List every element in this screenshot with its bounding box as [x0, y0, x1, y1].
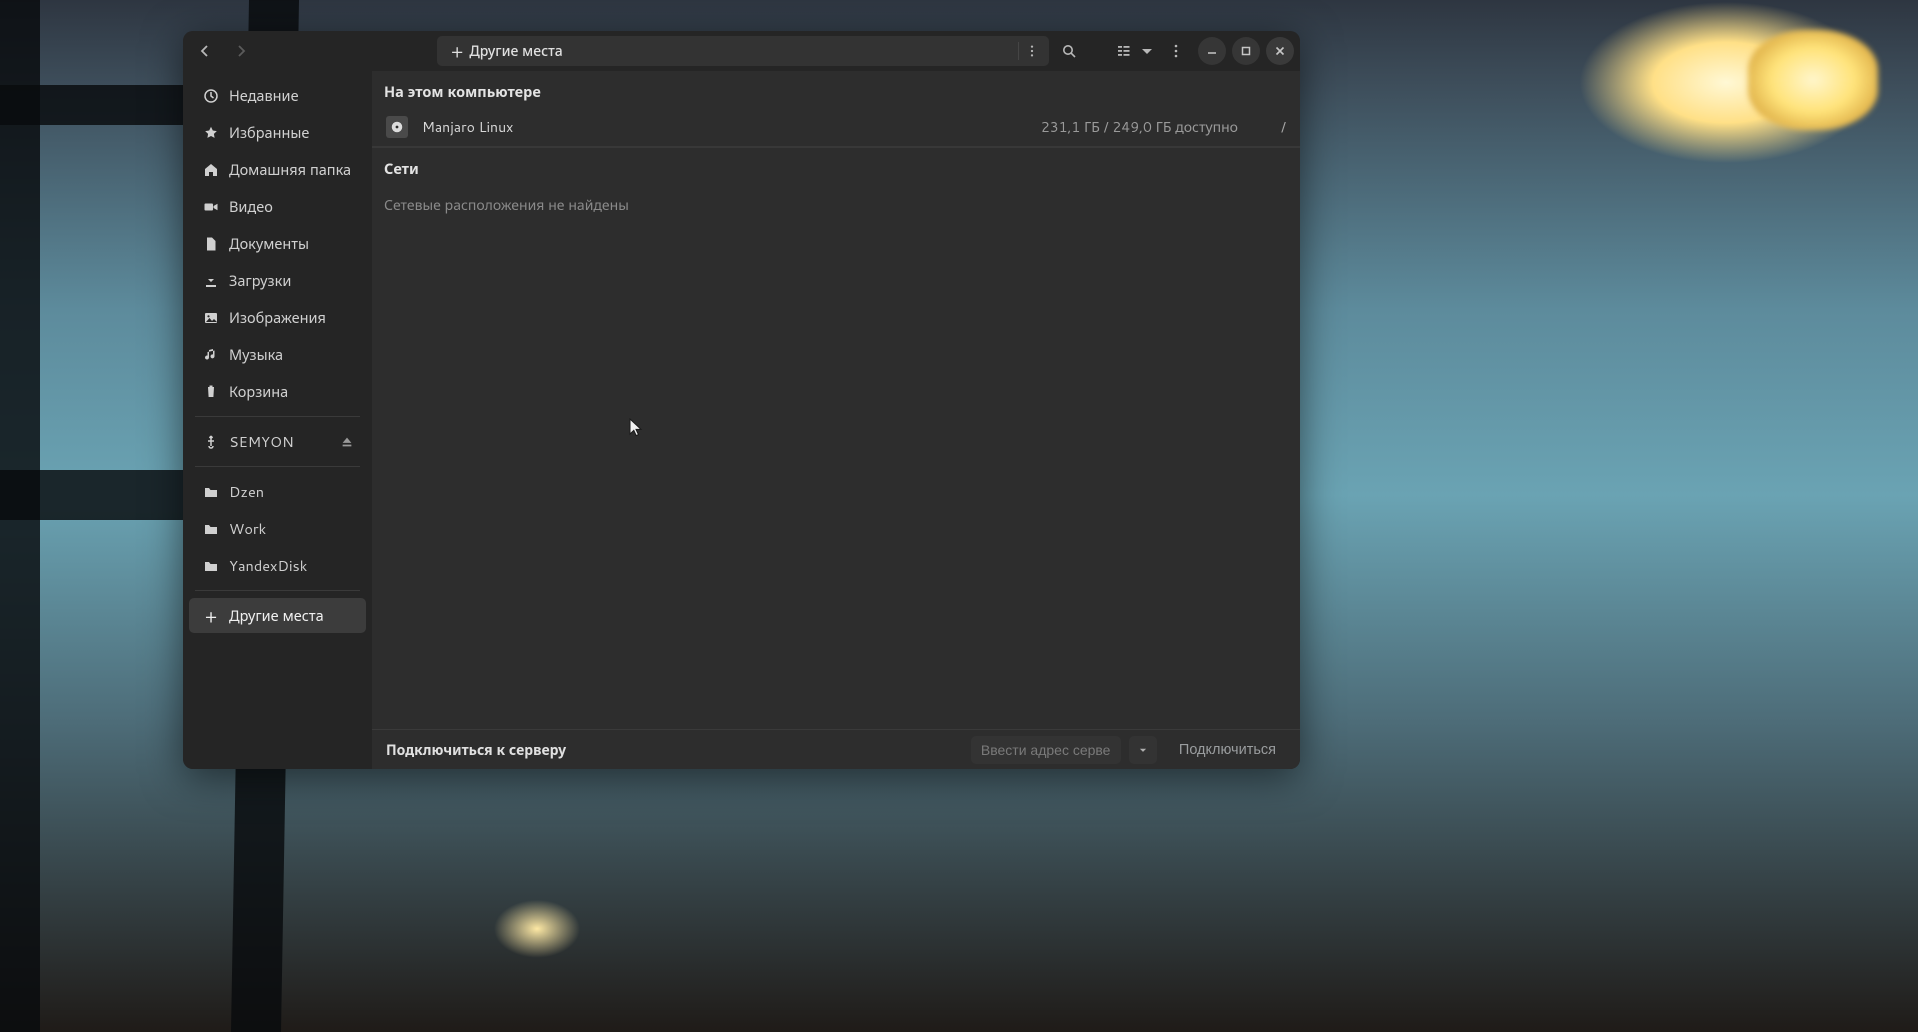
server-address-input[interactable] [971, 736, 1121, 764]
sidebar-item-bookmark-yandexdisk[interactable]: YandexDisk [189, 548, 366, 583]
nav-forward-button[interactable] [225, 37, 257, 65]
folder-icon [203, 521, 219, 537]
sidebar-item-label: SEMYON [229, 431, 330, 452]
sidebar-item-label: Недавние [229, 85, 354, 106]
section-on-this-computer: На этом компьютере [372, 71, 1300, 108]
sidebar-item-label: Избранные [229, 122, 354, 143]
sidebar-item-label: Work [229, 518, 354, 539]
sidebar-item-label: Изображения [229, 307, 354, 328]
file-manager-window: + Другие места [183, 31, 1300, 769]
path-bar-label: Другие места [469, 41, 562, 61]
eject-icon[interactable] [340, 435, 354, 449]
download-icon [203, 273, 219, 289]
sidebar-item-documents[interactable]: Документы [189, 226, 366, 261]
sidebar-item-label: Загрузки [229, 270, 354, 291]
sidebar: Недавние Избранные Домашняя папка Видео … [183, 71, 372, 769]
volume-mountpoint: / [1274, 117, 1286, 137]
connect-to-server-label: Подключиться к серверу [382, 740, 566, 760]
trash-icon [203, 384, 219, 400]
video-icon [203, 199, 219, 215]
document-icon [203, 236, 219, 252]
volume-capacity: 231,1 ГБ / 249,0 ГБ доступно [1041, 117, 1238, 137]
sidebar-item-label: Другие места [229, 605, 354, 626]
volume-name: Manjaro Linux [422, 117, 513, 137]
folder-icon [203, 484, 219, 500]
sidebar-item-music[interactable]: Музыка [189, 337, 366, 372]
wallpaper-lamp [1748, 30, 1878, 130]
home-icon [203, 162, 219, 178]
music-icon [203, 347, 219, 363]
sidebar-item-pictures[interactable]: Изображения [189, 300, 366, 335]
sidebar-item-bookmark-dzen[interactable]: Dzen [189, 474, 366, 509]
sidebar-item-label: Dzen [229, 481, 354, 502]
pathbar-menu-button[interactable] [1019, 44, 1045, 58]
sidebar-item-trash[interactable]: Корзина [189, 374, 366, 409]
path-bar[interactable]: + Другие места [437, 36, 1049, 66]
view-options-button[interactable] [1138, 37, 1156, 65]
sidebar-item-bookmark-work[interactable]: Work [189, 511, 366, 546]
main-content: На этом компьютере Manjaro Linux 231,1 Г… [372, 71, 1300, 769]
clock-icon [203, 88, 219, 104]
network-empty-message: Сетевые расположения не найдены [372, 185, 1300, 225]
mouse-cursor [629, 418, 643, 438]
search-button[interactable] [1053, 37, 1085, 65]
sidebar-item-starred[interactable]: Избранные [189, 115, 366, 150]
usb-icon [203, 434, 219, 450]
disk-icon [386, 116, 408, 138]
sidebar-item-usb-device[interactable]: SEMYON [189, 424, 366, 459]
view-mode-button[interactable] [1114, 37, 1134, 65]
sidebar-item-label: Корзина [229, 381, 354, 402]
sidebar-item-recent[interactable]: Недавние [189, 78, 366, 113]
body: Недавние Избранные Домашняя папка Видео … [183, 71, 1300, 769]
close-button[interactable] [1266, 37, 1294, 65]
volume-row-manjaro[interactable]: Manjaro Linux 231,1 ГБ / 249,0 ГБ доступ… [372, 108, 1300, 147]
sidebar-item-downloads[interactable]: Загрузки [189, 263, 366, 298]
sidebar-item-label: YandexDisk [229, 555, 354, 576]
hamburger-menu-button[interactable] [1160, 37, 1192, 65]
plus-icon: + [451, 42, 463, 60]
connect-to-server-bar: Подключиться к серверу Подключиться [372, 729, 1300, 769]
sidebar-item-label: Документы [229, 233, 354, 254]
sidebar-item-label: Музыка [229, 344, 354, 365]
server-address-history-button[interactable] [1129, 736, 1157, 764]
sidebar-item-videos[interactable]: Видео [189, 189, 366, 224]
minimize-button[interactable] [1198, 37, 1226, 65]
header-bar: + Другие места [183, 31, 1300, 71]
section-networks: Сети [372, 147, 1300, 185]
star-icon [203, 125, 219, 141]
maximize-button[interactable] [1232, 37, 1260, 65]
folder-icon [203, 558, 219, 574]
picture-icon [203, 310, 219, 326]
sidebar-item-label: Видео [229, 196, 354, 217]
plus-icon: + [203, 607, 219, 625]
nav-back-button[interactable] [189, 37, 221, 65]
sidebar-item-other-locations[interactable]: + Другие места [189, 598, 366, 633]
connect-button[interactable]: Подключиться [1165, 736, 1290, 764]
sidebar-item-home[interactable]: Домашняя папка [189, 152, 366, 187]
sidebar-item-label: Домашняя папка [229, 159, 354, 180]
